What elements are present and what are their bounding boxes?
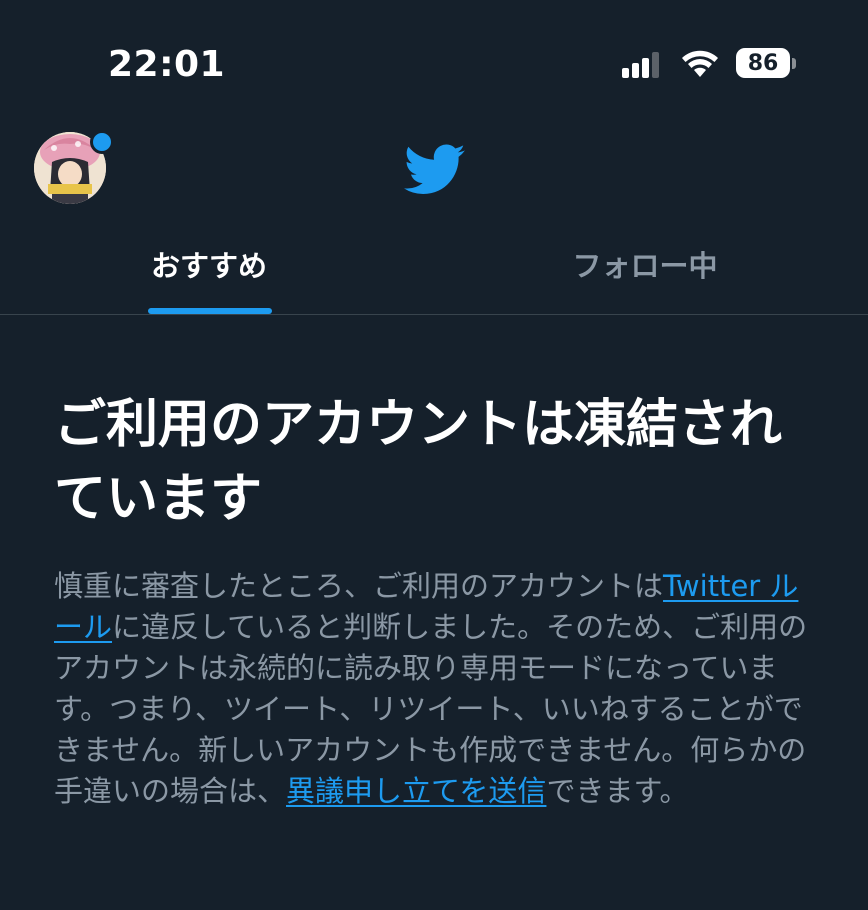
tab-following[interactable]: フォロー中 [428, 230, 862, 314]
status-bar: 22:01 86 [0, 0, 868, 110]
wifi-icon [682, 50, 718, 77]
timeline-tabs: おすすめ フォロー中 [0, 230, 868, 315]
signal-icon [622, 52, 659, 78]
battery-body: 86 [736, 48, 790, 78]
account-suspended-notice: ご利用のアカウントは凍結されています 慎重に審査したところ、ご利用のアカウントは… [54, 388, 824, 812]
active-tab-indicator [148, 308, 272, 314]
notification-dot [90, 130, 114, 154]
notice-body-text-3: できます。 [546, 774, 689, 808]
top-header [0, 110, 868, 230]
profile-avatar-button[interactable] [34, 130, 114, 206]
tab-for-you[interactable]: おすすめ [0, 230, 426, 314]
notice-body-text-1: 慎重に審査したところ、ご利用のアカウントは [54, 569, 664, 603]
tab-for-you-label: おすすめ [150, 249, 267, 283]
submit-appeal-link[interactable]: 異議申し立てを送信 [286, 774, 546, 808]
notice-title: ご利用のアカウントは凍結されています [54, 395, 783, 529]
status-time: 22:01 [108, 44, 226, 85]
notice-body: 慎重に審査したところ、ご利用のアカウントはTwitter ルールに違反していると… [54, 566, 824, 812]
battery-level: 86 [747, 50, 779, 76]
battery-icon: 86 [736, 48, 796, 80]
tab-following-label: フォロー中 [572, 249, 718, 283]
battery-cap [792, 58, 796, 69]
twitter-bird-icon[interactable] [404, 144, 466, 196]
